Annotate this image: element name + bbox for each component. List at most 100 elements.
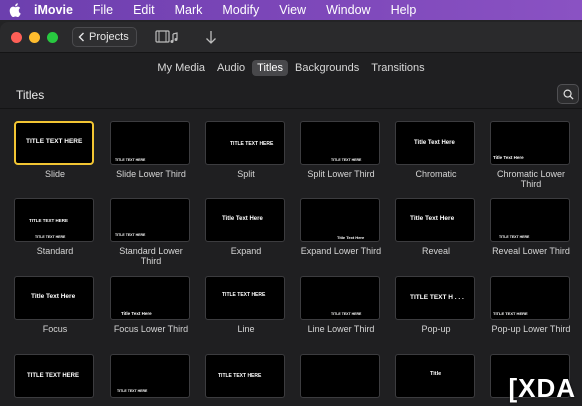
title-thumbnail[interactable]: Title Text Here xyxy=(395,198,475,242)
title-thumbnail[interactable]: TITLE TEXT HERE xyxy=(490,198,570,242)
toolbar-divider xyxy=(0,52,582,53)
title-item[interactable]: Title Text Here Focus xyxy=(14,276,96,334)
thumbnail-text: TITLE TEXT HERE xyxy=(115,233,146,237)
apple-menu-icon[interactable] xyxy=(0,3,30,17)
title-item[interactable]: TITLE TEXT HERE xyxy=(205,354,287,398)
title-item[interactable]: Title Text Here Expand xyxy=(205,198,287,256)
title-thumbnail[interactable]: TITLE TEXT HERE xyxy=(110,121,190,165)
title-thumbnail[interactable]: TITLE TEXT HERE xyxy=(205,121,285,165)
browser-tabs: My Media Audio Titles Backgrounds Transi… xyxy=(0,58,582,78)
search-icon xyxy=(563,89,574,100)
menu-window[interactable]: Window xyxy=(316,0,380,20)
title-thumbnail[interactable]: Title Text Here xyxy=(14,276,94,320)
title-label: Expand Lower Third xyxy=(300,246,382,256)
thumbnail-text: Title Text Here xyxy=(337,235,365,240)
projects-button[interactable]: Projects xyxy=(72,27,137,47)
title-item[interactable]: TITLE TEXT HERE Reveal Lower Third xyxy=(490,198,572,256)
section-header: Titles xyxy=(0,83,582,107)
thumbnail-text: Title xyxy=(430,371,442,377)
title-thumbnail[interactable]: TITLE TEXT HERE xyxy=(14,121,94,165)
title-item[interactable]: TITLE TEXT HERE Line Lower Third xyxy=(300,276,382,334)
title-item[interactable]: Title Text Here Chromatic Lower Third xyxy=(490,121,572,189)
title-thumbnail[interactable]: TITLE TEXT HERE xyxy=(110,198,190,242)
menu-modify[interactable]: Modify xyxy=(212,0,269,20)
thumbnail-text: TITLE TEXT HERE xyxy=(331,158,362,162)
title-thumbnail[interactable]: Title xyxy=(395,354,475,398)
title-label: Chromatic Lower Third xyxy=(496,169,566,189)
menu-mark[interactable]: Mark xyxy=(165,0,213,20)
title-item[interactable]: TITLE TEXT H . . . Pop-up xyxy=(395,276,477,334)
chevron-left-icon xyxy=(78,32,84,42)
title-label: Standard xyxy=(36,246,74,256)
title-label: Reveal xyxy=(421,246,450,256)
title-thumbnail[interactable] xyxy=(300,354,380,398)
title-thumbnail[interactable]: Title Text Here xyxy=(395,121,475,165)
title-thumbnail[interactable]: TITLE TEXT HERE xyxy=(205,276,285,320)
media-browser-icon[interactable] xyxy=(155,29,179,45)
title-item[interactable]: Title Text Here Expand Lower Third xyxy=(300,198,382,256)
close-window-button[interactable] xyxy=(11,31,22,43)
minimize-window-button[interactable] xyxy=(29,31,40,43)
title-item[interactable]: TITLE TEXT HERE Line xyxy=(205,276,287,334)
title-item[interactable]: Title Text Here Reveal xyxy=(395,198,477,256)
title-item[interactable]: TITLE TEXT HERE Slide Lower Third xyxy=(110,121,192,179)
title-item[interactable]: Title Text Here Chromatic xyxy=(395,121,477,179)
zoom-window-button[interactable] xyxy=(47,31,58,43)
xda-watermark: [XDA xyxy=(508,372,576,403)
thumbnail-subtext: TITLE TEXT HERE xyxy=(35,235,66,239)
thumbnail-text: TITLE TEXT HERE xyxy=(222,292,266,298)
title-thumbnail[interactable]: Title Text Here xyxy=(110,276,190,320)
menu-bar: iMovie File Edit Mark Modify View Window… xyxy=(0,0,582,20)
menu-help[interactable]: Help xyxy=(381,0,427,20)
title-thumbnail[interactable]: Title Text Here xyxy=(300,198,380,242)
title-thumbnail[interactable]: TITLE TEXT HERE xyxy=(110,354,190,398)
import-arrow-icon[interactable] xyxy=(205,30,217,45)
tab-transitions[interactable]: Transitions xyxy=(366,60,429,76)
thumbnail-text: Title Text Here xyxy=(410,215,455,222)
thumbnail-text: TITLE TEXT HERE xyxy=(117,389,148,393)
title-thumbnail[interactable]: TITLE TEXT HERE xyxy=(205,354,285,398)
title-item[interactable]: TITLE TEXT HERE Standard Lower Third xyxy=(110,198,192,266)
tab-titles[interactable]: Titles xyxy=(252,60,289,76)
menu-view[interactable]: View xyxy=(269,0,316,20)
thumbnail-text: Title Text Here xyxy=(31,293,76,300)
title-item[interactable]: Title xyxy=(395,354,477,398)
menu-app-imovie[interactable]: iMovie xyxy=(30,0,83,20)
title-item[interactable]: Title Text Here Focus Lower Third xyxy=(110,276,192,334)
thumbnail-text: TITLE TEXT HERE xyxy=(493,311,528,316)
title-label: Slide xyxy=(44,169,65,179)
tab-my-media[interactable]: My Media xyxy=(152,60,210,76)
title-label: Split xyxy=(237,169,255,179)
title-item[interactable]: TITLE TEXT HERE xyxy=(14,354,96,398)
thumbnail-text: TITLE TEXT H . . . xyxy=(410,294,464,301)
title-label: Reveal Lower Third xyxy=(492,246,570,256)
menu-edit[interactable]: Edit xyxy=(123,0,165,20)
title-item[interactable]: TITLE TEXT HERE xyxy=(110,354,192,398)
section-title: Titles xyxy=(16,88,45,102)
title-item[interactable]: TITLE TEXT HERE Slide xyxy=(14,121,96,179)
title-item[interactable]: TITLE TEXT HERE Pop-up Lower Third xyxy=(490,276,572,334)
title-thumbnail[interactable]: TITLE TEXT HERE TITLE TEXT HERE xyxy=(14,198,94,242)
title-thumbnail[interactable]: Title Text Here xyxy=(205,198,285,242)
title-thumbnail[interactable]: TITLE TEXT H . . . xyxy=(395,276,475,320)
thumbnail-text: Title Text Here xyxy=(493,155,524,160)
title-thumbnail[interactable]: TITLE TEXT HERE xyxy=(490,276,570,320)
title-label: Focus xyxy=(42,324,68,334)
tab-backgrounds[interactable]: Backgrounds xyxy=(290,60,364,76)
thumbnail-text: TITLE TEXT HERE xyxy=(26,138,83,145)
tab-audio[interactable]: Audio xyxy=(212,60,250,76)
title-thumbnail[interactable]: TITLE TEXT HERE xyxy=(300,276,380,320)
title-thumbnail[interactable]: Title Text Here xyxy=(490,121,570,165)
title-item[interactable]: TITLE TEXT HERE TITLE TEXT HERE Standard xyxy=(14,198,96,256)
title-label: Line Lower Third xyxy=(307,324,375,334)
title-item[interactable]: TITLE TEXT HERE Split xyxy=(205,121,287,179)
section-divider xyxy=(0,108,582,109)
title-thumbnail[interactable]: TITLE TEXT HERE xyxy=(14,354,94,398)
menu-file[interactable]: File xyxy=(83,0,123,20)
title-item[interactable] xyxy=(300,354,382,398)
title-label: Focus Lower Third xyxy=(113,324,189,334)
search-button[interactable] xyxy=(557,84,579,104)
title-thumbnail[interactable]: TITLE TEXT HERE xyxy=(300,121,380,165)
title-item[interactable]: TITLE TEXT HERE Split Lower Third xyxy=(300,121,382,179)
thumbnail-text: Title Text Here xyxy=(222,216,263,222)
